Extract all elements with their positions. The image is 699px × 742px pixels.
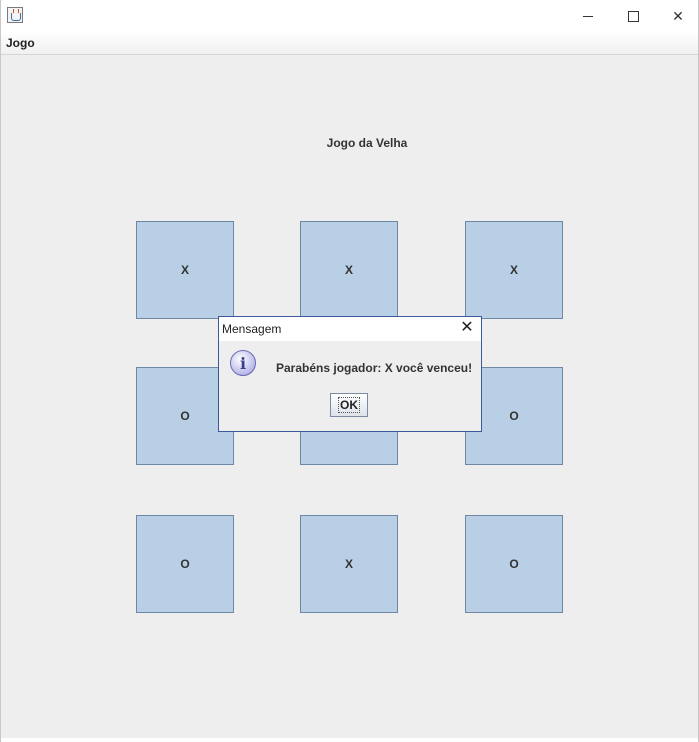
maximize-button[interactable] xyxy=(610,0,656,32)
board-cell-8[interactable]: X xyxy=(300,515,398,613)
title-bar[interactable]: ✕ xyxy=(1,0,698,32)
ok-label: OK xyxy=(338,397,360,413)
board-cell-2[interactable]: X xyxy=(300,221,398,319)
close-icon: ✕ xyxy=(672,7,684,24)
maximize-icon xyxy=(627,10,639,22)
board-cell-9[interactable]: O xyxy=(465,515,563,613)
game-window: ✕ Jogo Jogo da Velha X X X O O O X O Men… xyxy=(0,0,699,742)
message-dialog: Mensagem ✕ i Parabéns jogador: X você ve… xyxy=(218,316,482,432)
close-button[interactable]: ✕ xyxy=(655,0,699,32)
dialog-message: Parabéns jogador: X você venceu! xyxy=(276,361,473,375)
dialog-title-bar[interactable]: Mensagem ✕ xyxy=(219,317,481,341)
bottom-edge xyxy=(1,738,698,742)
dialog-title: Mensagem xyxy=(222,322,282,336)
minimize-button[interactable] xyxy=(565,0,611,32)
dialog-close-icon[interactable]: ✕ xyxy=(459,320,475,336)
board-cell-1[interactable]: X xyxy=(136,221,234,319)
board-cell-3[interactable]: X xyxy=(465,221,563,319)
page-title: Jogo da Velha xyxy=(326,136,408,150)
ok-button[interactable]: OK xyxy=(330,393,368,417)
menu-bar: Jogo xyxy=(1,32,698,55)
board-cell-7[interactable]: O xyxy=(136,515,234,613)
minimize-icon xyxy=(583,15,593,17)
menu-jogo[interactable]: Jogo xyxy=(6,36,35,50)
java-cup-icon xyxy=(7,7,23,23)
info-icon: i xyxy=(230,350,256,376)
